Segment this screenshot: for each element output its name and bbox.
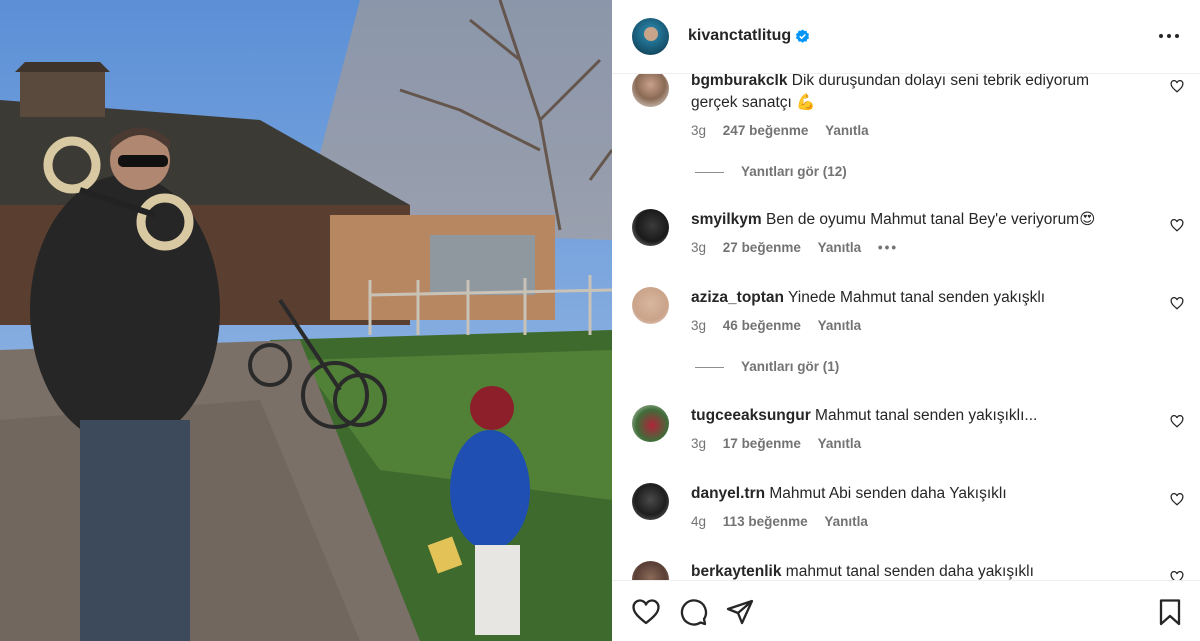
view-replies-label: Yanıtları gör (12)	[741, 164, 847, 179]
comment-likes[interactable]: 247 beğenme	[723, 123, 809, 138]
comment-text: mahmut tanal senden daha yakışıklı	[785, 563, 1034, 580]
reply-button[interactable]: Yanıtla	[825, 123, 869, 138]
comment-like-icon[interactable]	[1170, 493, 1184, 506]
verified-badge-icon	[795, 29, 810, 43]
comment-like-icon[interactable]	[1170, 415, 1184, 428]
comment-username[interactable]: tugceeaksungur	[691, 407, 811, 424]
reply-button[interactable]: Yanıtla	[818, 240, 862, 255]
comment-text: Mahmut Abi senden daha Yakışıklı	[769, 485, 1007, 502]
post-header: kivanctatlitug	[612, 0, 1200, 74]
comments-list: bgmburakclk Dik duruşundan dolayı seni t…	[612, 74, 1200, 580]
comment-age: 3g	[691, 123, 707, 138]
comment-username[interactable]: smyilkym	[691, 211, 762, 228]
comment-text: Yinede Mahmut tanal senden yakışklı	[788, 289, 1046, 306]
commenter-avatar[interactable]	[632, 561, 669, 580]
view-replies-label: Yanıtları gör (1)	[741, 359, 840, 374]
more-options-icon[interactable]	[1157, 26, 1181, 46]
reply-button[interactable]: Yanıtla	[818, 318, 862, 333]
comment-age: 3g	[691, 318, 707, 333]
author-avatar[interactable]	[632, 18, 669, 55]
post-photo	[0, 0, 612, 641]
comment-text: Ben de oyumu Mahmut tanal Bey'e veriyoru…	[765, 211, 1096, 228]
comment-username[interactable]: bgmburakclk	[691, 74, 787, 89]
comment-likes[interactable]: 17 beğenme	[723, 436, 801, 451]
comments-panel: kivanctatlitug bgmburakclk Dik duruşunda…	[612, 0, 1200, 641]
comment-likes[interactable]: 27 beğenme	[723, 240, 801, 255]
comment-like-icon[interactable]	[1170, 219, 1184, 232]
commenter-avatar[interactable]	[632, 483, 669, 520]
comment-more-button[interactable]: •••	[878, 240, 898, 255]
comment-username[interactable]: berkaytenlik	[691, 563, 781, 580]
post-actions-bar	[612, 580, 1200, 641]
comment-icon[interactable]	[678, 598, 708, 626]
bookmark-icon[interactable]	[1155, 598, 1185, 626]
view-replies-button[interactable]: Yanıtları gör (12)	[695, 164, 847, 179]
comment-age: 3g	[691, 436, 707, 451]
author-username[interactable]: kivanctatlitug	[688, 27, 791, 45]
comment-age: 4g	[691, 514, 707, 529]
comment-username[interactable]: danyel.trn	[691, 485, 765, 502]
share-icon[interactable]	[725, 598, 755, 626]
post-image	[0, 0, 612, 641]
comment-like-icon[interactable]	[1170, 571, 1184, 580]
comment-like-icon[interactable]	[1170, 297, 1184, 310]
view-replies-button[interactable]: Yanıtları gör (1)	[695, 359, 839, 374]
reply-button[interactable]: Yanıtla	[824, 514, 868, 529]
reply-button[interactable]: Yanıtla	[818, 436, 862, 451]
comment-age: 3g	[691, 240, 707, 255]
commenter-avatar[interactable]	[632, 287, 669, 324]
commenter-avatar[interactable]	[632, 209, 669, 246]
comment-likes[interactable]: 46 beğenme	[723, 318, 801, 333]
comment-like-icon[interactable]	[1170, 80, 1184, 93]
comment-likes[interactable]: 113 beğenme	[723, 514, 808, 529]
commenter-avatar[interactable]	[632, 74, 669, 107]
replies-divider	[695, 366, 724, 368]
comment-text: Mahmut tanal senden yakışıklı...	[815, 407, 1038, 424]
comment-username[interactable]: aziza_toptan	[691, 289, 784, 306]
replies-divider	[695, 171, 724, 173]
commenter-avatar[interactable]	[632, 405, 669, 442]
heart-icon[interactable]	[631, 598, 661, 626]
